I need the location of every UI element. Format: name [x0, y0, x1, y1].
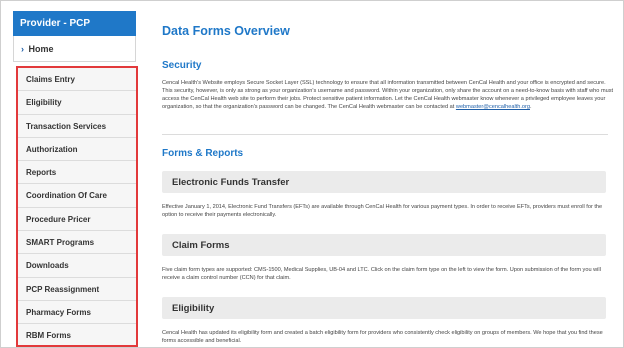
sidebar-menu: Claims Entry Eligibility Transaction Ser… [16, 66, 138, 347]
security-text: Cencal Health's Website employs Secure S… [162, 79, 614, 111]
eligibility-text: Cencal Health has updated its eligibilit… [162, 330, 603, 344]
divider [162, 134, 608, 135]
sidebar-header: Provider - PCP [13, 11, 136, 36]
sidebar-item-coordination-of-care[interactable]: Coordination Of Care [18, 184, 136, 208]
forms-reports-heading: Forms & Reports [162, 148, 244, 159]
security-heading: Security [162, 60, 202, 71]
webmaster-email-link[interactable]: webmaster@cencalhealth.org [456, 104, 530, 110]
sidebar-item-pharmacy-forms[interactable]: Pharmacy Forms [18, 301, 136, 325]
sidebar-item-claims-entry[interactable]: Claims Entry [18, 68, 136, 92]
sidebar-item-pcp-reassignment[interactable]: PCP Reassignment [18, 278, 136, 301]
sidebar-item-label: Home [28, 44, 54, 54]
eft-section-bar: Electronic Funds Transfer [162, 171, 606, 193]
sidebar-item-procedure-pricer[interactable]: Procedure Pricer [18, 208, 136, 232]
sidebar-item-downloads[interactable]: Downloads [18, 254, 136, 278]
sidebar-item-smart-programs[interactable]: SMART Programs [18, 231, 136, 255]
page-title: Data Forms Overview [162, 24, 290, 38]
eft-text: Effective January 1, 2014, Electronic Fu… [162, 204, 603, 218]
chevron-right-icon: › [21, 44, 24, 54]
security-body: Cencal Health's Website employs Secure S… [162, 80, 614, 110]
sidebar-item-authorization[interactable]: Authorization [18, 138, 136, 162]
sidebar-item-home[interactable]: › Home [13, 36, 136, 62]
sidebar-item-transaction-services[interactable]: Transaction Services [18, 115, 136, 138]
sidebar-item-eligibility[interactable]: Eligibility [18, 91, 136, 115]
eligibility-section-bar: Eligibility [162, 297, 606, 319]
claim-forms-text: Five claim form types are supported: CMS… [162, 267, 601, 281]
sidebar: Provider - PCP › Home [13, 11, 136, 62]
security-end: . [530, 104, 532, 110]
sidebar-item-reports[interactable]: Reports [18, 161, 136, 185]
sidebar-item-rbm-forms[interactable]: RBM Forms [18, 324, 136, 347]
claim-forms-section-bar: Claim Forms [162, 234, 606, 256]
